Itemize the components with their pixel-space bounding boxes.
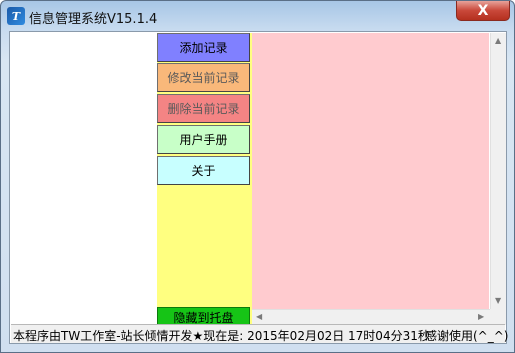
record-content-area[interactable]	[252, 33, 489, 309]
scroll-up-arrow-icon[interactable]: ▲	[495, 37, 501, 45]
app-icon: T	[7, 7, 25, 25]
button-column: 添加记录 修改当前记录 删除当前记录 用户手册 关于 隐藏到托盘	[157, 33, 252, 327]
window-title: 信息管理系统V15.1.4	[29, 12, 158, 27]
scroll-down-arrow-icon[interactable]: ▼	[495, 297, 501, 305]
add-record-button[interactable]: 添加记录	[157, 33, 250, 62]
title-bar[interactable]: T 信息管理系统V15.1.4 X	[1, 1, 514, 31]
vertical-scrollbar[interactable]: ▲ ▼	[490, 33, 506, 309]
client-area: 添加记录 修改当前记录 删除当前记录 用户手册 关于 隐藏到托盘 ▲ ▼ ◀ ▶…	[9, 31, 509, 344]
about-button[interactable]: 关于	[157, 156, 250, 185]
horizontal-scrollbar[interactable]: ◀ ▶	[252, 309, 490, 325]
user-manual-button[interactable]: 用户手册	[157, 125, 250, 154]
close-button[interactable]: X	[456, 1, 510, 21]
status-thanks: 感谢使用(^_^)	[425, 329, 509, 343]
status-message: 本程序由TW工作室-站长倾情开发★现在是: 2015年02月02日 17时04分…	[13, 329, 430, 343]
app-window: T 信息管理系统V15.1.4 X 添加记录 修改当前记录 删除当前记录 用户手…	[0, 0, 515, 353]
scrollbar-corner	[490, 309, 506, 325]
scroll-left-arrow-icon[interactable]: ◀	[256, 313, 262, 321]
edit-record-button[interactable]: 修改当前记录	[157, 63, 250, 92]
scroll-right-arrow-icon[interactable]: ▶	[478, 313, 484, 321]
delete-record-button[interactable]: 删除当前记录	[157, 94, 250, 123]
status-bar: 本程序由TW工作室-站长倾情开发★现在是: 2015年02月02日 17时04分…	[11, 324, 509, 343]
record-list-panel[interactable]	[11, 33, 157, 323]
